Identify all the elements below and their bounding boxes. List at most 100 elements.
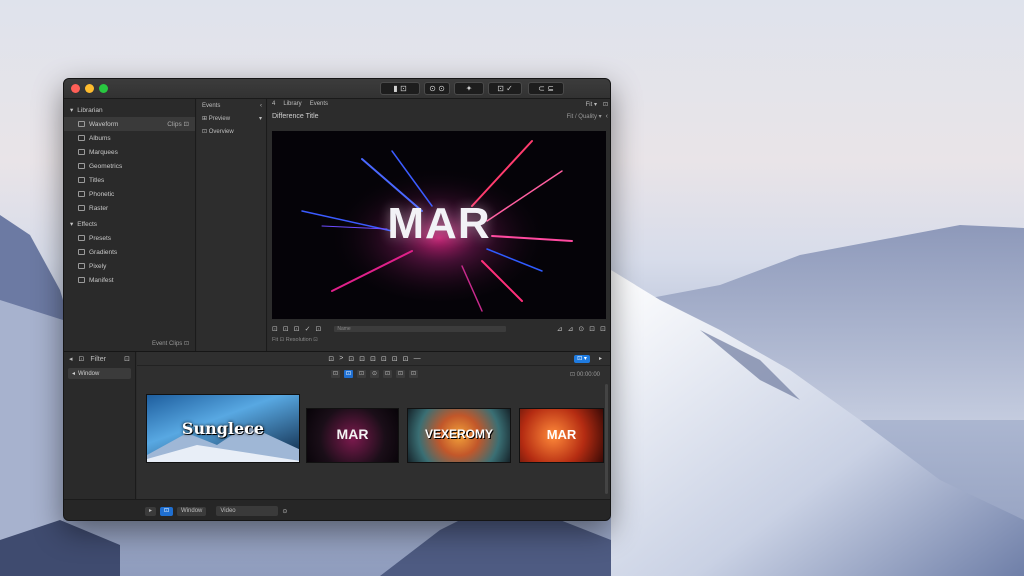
tool-icon[interactable]: ⊡ bbox=[381, 355, 387, 363]
name-field[interactable]: Name bbox=[334, 326, 507, 332]
back-icon[interactable]: ◂ bbox=[69, 355, 73, 363]
browser-item[interactable]: ⊡ Overview bbox=[197, 125, 266, 138]
minus-icon[interactable]: — bbox=[414, 355, 421, 362]
viewer-back[interactable]: 4 bbox=[272, 101, 275, 107]
title-bar: ▮ ⊡ ⊙ ⊙ ✦ ⊡ ✓ ⊂ ⊆ bbox=[64, 79, 610, 99]
check-icon[interactable]: ✓ bbox=[305, 325, 311, 333]
tool-icon[interactable]: ⊡ bbox=[272, 325, 278, 333]
timeline-index-item[interactable]: ◂ Window bbox=[68, 368, 131, 379]
sidebar-section-effects[interactable]: ▾ Effects bbox=[64, 217, 195, 231]
sidebar-section-library[interactable]: ▾ Librarian bbox=[64, 103, 195, 117]
mode-toggle-button[interactable]: ⊡ ▾ bbox=[574, 355, 590, 363]
clip-thumbnail-2[interactable]: MAR bbox=[306, 408, 399, 463]
sidebar-section-label: Effects bbox=[77, 220, 98, 228]
tool-icon[interactable]: ⊡ bbox=[283, 325, 289, 333]
timeline-index-label: Window bbox=[78, 370, 100, 377]
tool-icon[interactable]: ⊡ bbox=[348, 355, 354, 363]
sidebar-item-phonetic[interactable]: Phonetic bbox=[64, 187, 195, 201]
view-toggle-button[interactable]: ⊡ bbox=[160, 506, 174, 516]
sidebar-item-label: Gradients bbox=[89, 248, 118, 256]
clip-thumbnail-3[interactable]: VEXEROMY bbox=[407, 408, 511, 463]
viewer-header: Difference Title Fit / Quality ▾ ‹ bbox=[268, 109, 610, 123]
editor-window: ▮ ⊡ ⊙ ⊙ ✦ ⊡ ✓ ⊂ ⊆ ▾ Librarian Waveform C… bbox=[63, 78, 611, 521]
tool-icon[interactable]: ⊡ bbox=[316, 325, 322, 333]
tool-icon[interactable]: ⊡ bbox=[294, 325, 300, 333]
chevron-left-icon[interactable]: ‹ bbox=[260, 103, 262, 109]
clip-thumbnail-4[interactable]: MAR bbox=[519, 408, 604, 463]
sidebar-item-manifest[interactable]: Manifest bbox=[64, 273, 195, 287]
window-button[interactable]: Window bbox=[177, 506, 207, 516]
pen-icon[interactable]: ⊿ bbox=[568, 325, 574, 333]
filter-tool-icon[interactable]: ⊡ bbox=[409, 370, 418, 378]
chevron-down-icon[interactable]: ▾ bbox=[259, 115, 262, 122]
sidebar-item-label: Geometrics bbox=[89, 162, 123, 170]
sidebar-item-geometrics[interactable]: Geometrics bbox=[64, 159, 195, 173]
clip-label: VEXEROMY bbox=[424, 427, 493, 441]
quality-dropdown[interactable]: Fit / Quality ▾ bbox=[567, 113, 602, 120]
zoom-button[interactable] bbox=[99, 84, 108, 93]
select-tool-icon[interactable]: ⊡ bbox=[331, 370, 340, 378]
trim-tool-icon[interactable]: ⊡ bbox=[357, 370, 366, 378]
record-tool-icon[interactable]: ⊙ bbox=[370, 370, 379, 378]
viewer-crumb-library[interactable]: Library bbox=[283, 101, 301, 107]
toolbar-button-5[interactable]: ⊂ ⊆ bbox=[528, 82, 564, 95]
sidebar-item-waveform[interactable]: Waveform Clips ⊡ bbox=[64, 117, 195, 131]
play-button[interactable]: ▸ bbox=[145, 506, 157, 516]
disclosure-icon: ▾ bbox=[70, 107, 74, 114]
play-icon[interactable]: > bbox=[339, 355, 343, 362]
gradient-icon bbox=[78, 249, 85, 255]
chevron-right-icon[interactable]: ▸ bbox=[599, 355, 602, 362]
sidebar-item-label: Presets bbox=[89, 234, 112, 242]
pen-icon[interactable]: ⊿ bbox=[557, 325, 563, 333]
zoom-tool-icon[interactable]: ⊡ bbox=[396, 370, 405, 378]
viewer-controls: ⊡ ⊡ ⊡ ✓ ⊡ Name ⊿ ⊿ ⊙ ⊡ ⊡ bbox=[272, 323, 606, 335]
library-sidebar: ▾ Librarian Waveform Clips ⊡ Albums Marq… bbox=[64, 99, 196, 351]
clip-label: MAR bbox=[336, 426, 369, 442]
filter-label[interactable]: Filter bbox=[90, 356, 106, 363]
sidebar-item-presets[interactable]: Presets bbox=[64, 231, 195, 245]
viewer-crumb-events[interactable]: Events bbox=[310, 101, 328, 107]
toolbar-button-2[interactable]: ⊙ ⊙ bbox=[424, 82, 450, 95]
sidebar-item-marquees[interactable]: Marquees bbox=[64, 145, 195, 159]
clip-thumbnail-1[interactable]: Sunglece bbox=[146, 394, 300, 463]
toolbar-button-1[interactable]: ▮ ⊡ bbox=[380, 82, 420, 95]
toolbar-button-4[interactable]: ⊡ ✓ bbox=[488, 82, 522, 95]
sidebar-item-gradients[interactable]: Gradients bbox=[64, 245, 195, 259]
clip-label: MAR bbox=[546, 427, 577, 442]
video-select[interactable]: Video bbox=[216, 506, 279, 516]
toolbar-button-3[interactable]: ✦ bbox=[454, 82, 484, 95]
sidebar-item-raster[interactable]: Raster bbox=[64, 201, 195, 215]
tool-icon[interactable]: ⊡ bbox=[328, 355, 334, 363]
chevron-left-icon[interactable]: ‹ bbox=[606, 113, 608, 120]
edit-tools-bar: ⊡ ⊡ ⊡ ⊙ ⊡ ⊡ ⊡ ⊡ 00:00:00 bbox=[137, 366, 610, 382]
audio-icon bbox=[78, 191, 85, 197]
tool-icon[interactable]: ⊡ bbox=[403, 355, 409, 363]
disclosure-icon: ◂ bbox=[72, 371, 76, 377]
timeline-scrollbar[interactable] bbox=[605, 384, 608, 494]
tool-icon[interactable]: ⊡ bbox=[600, 325, 606, 333]
options-icon[interactable]: ⊡ bbox=[124, 355, 130, 363]
minimize-button[interactable] bbox=[85, 84, 94, 93]
sidebar-item-pixely[interactable]: Pixely bbox=[64, 259, 195, 273]
preview-canvas[interactable]: MAR bbox=[272, 131, 606, 319]
sidebar-item-titles[interactable]: Titles bbox=[64, 173, 195, 187]
sidebar-item-label: Waveform bbox=[89, 120, 119, 128]
viewer-options-icon[interactable]: ⊡ bbox=[603, 101, 608, 108]
tool-icon[interactable]: ⊡ bbox=[359, 355, 365, 363]
clip-label: Sunglece bbox=[181, 419, 265, 438]
grid-tool-icon[interactable]: ⊡ bbox=[344, 370, 353, 378]
sidebar-item-albums[interactable]: Albums bbox=[64, 131, 195, 145]
fit-dropdown[interactable]: Fit ▾ bbox=[586, 101, 597, 108]
blade-tool-icon[interactable]: ⊡ bbox=[383, 370, 392, 378]
close-button[interactable] bbox=[71, 84, 80, 93]
browser-item[interactable]: ⊞ Preview ▾ bbox=[197, 112, 266, 125]
disclosure-icon: ▾ bbox=[70, 221, 74, 228]
tool-icon[interactable]: ⊡ bbox=[370, 355, 376, 363]
timeline-index-header: ◂ ⊡ Filter ⊡ bbox=[64, 352, 135, 366]
record-icon[interactable]: ⊙ bbox=[578, 325, 584, 333]
tool-icon[interactable]: ⊡ bbox=[79, 355, 85, 363]
tool-icon[interactable]: ⊡ bbox=[392, 355, 398, 363]
settings-icon[interactable]: ⊙ bbox=[282, 508, 287, 515]
sidebar-item-label: Pixely bbox=[89, 262, 107, 270]
tool-icon[interactable]: ⊡ bbox=[589, 325, 595, 333]
